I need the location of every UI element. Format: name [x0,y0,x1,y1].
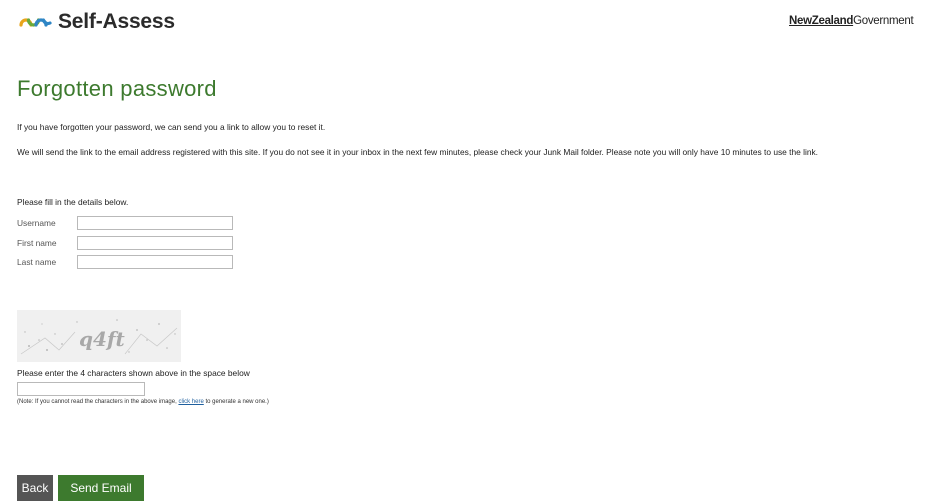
site-logo[interactable]: Self-Assess [18,10,175,34]
page-title: Forgotten password [17,76,217,101]
username-row: Username [17,216,233,230]
self-assess-logo-icon [19,18,52,27]
captcha-input[interactable] [17,382,145,396]
first-name-label: First name [17,238,57,248]
back-button[interactable]: Back [17,475,53,501]
send-email-button[interactable]: Send Email [58,475,144,501]
fill-details-text: Please fill in the details below. [17,197,129,207]
username-input[interactable] [77,216,233,230]
email-info-text: We will send the link to the email addre… [17,147,819,157]
last-name-label: Last name [17,257,57,267]
nz-government-wordmark-strong: NewZealand [789,15,854,27]
site-header: Self-Assess NewZealandGovernment [0,0,932,44]
last-name-row: Last name [17,255,233,269]
last-name-input[interactable] [77,255,233,269]
username-label: Username [17,218,56,228]
captcha-text: q4ft [79,327,126,351]
logo-text: Self-Assess [58,10,175,33]
intro-text: If you have forgotten your password, we … [17,122,326,132]
captcha-note-after: to generate a new one.) [203,399,269,405]
captcha-refresh-link[interactable]: click here [178,399,203,405]
captcha-noise-graphic: q4ft [17,310,181,362]
first-name-input[interactable] [77,236,233,250]
first-name-row: First name [17,236,233,250]
captcha-instruction: Please enter the 4 characters shown abov… [17,368,250,378]
nz-government-logo[interactable]: NewZealandGovernment [789,15,914,27]
captcha-image: q4ft [17,310,181,362]
nz-government-wordmark: Government [853,15,914,27]
captcha-note: (Note: If you cannot read the characters… [17,399,269,405]
captcha-note-before: (Note: If you cannot read the characters… [17,399,179,405]
